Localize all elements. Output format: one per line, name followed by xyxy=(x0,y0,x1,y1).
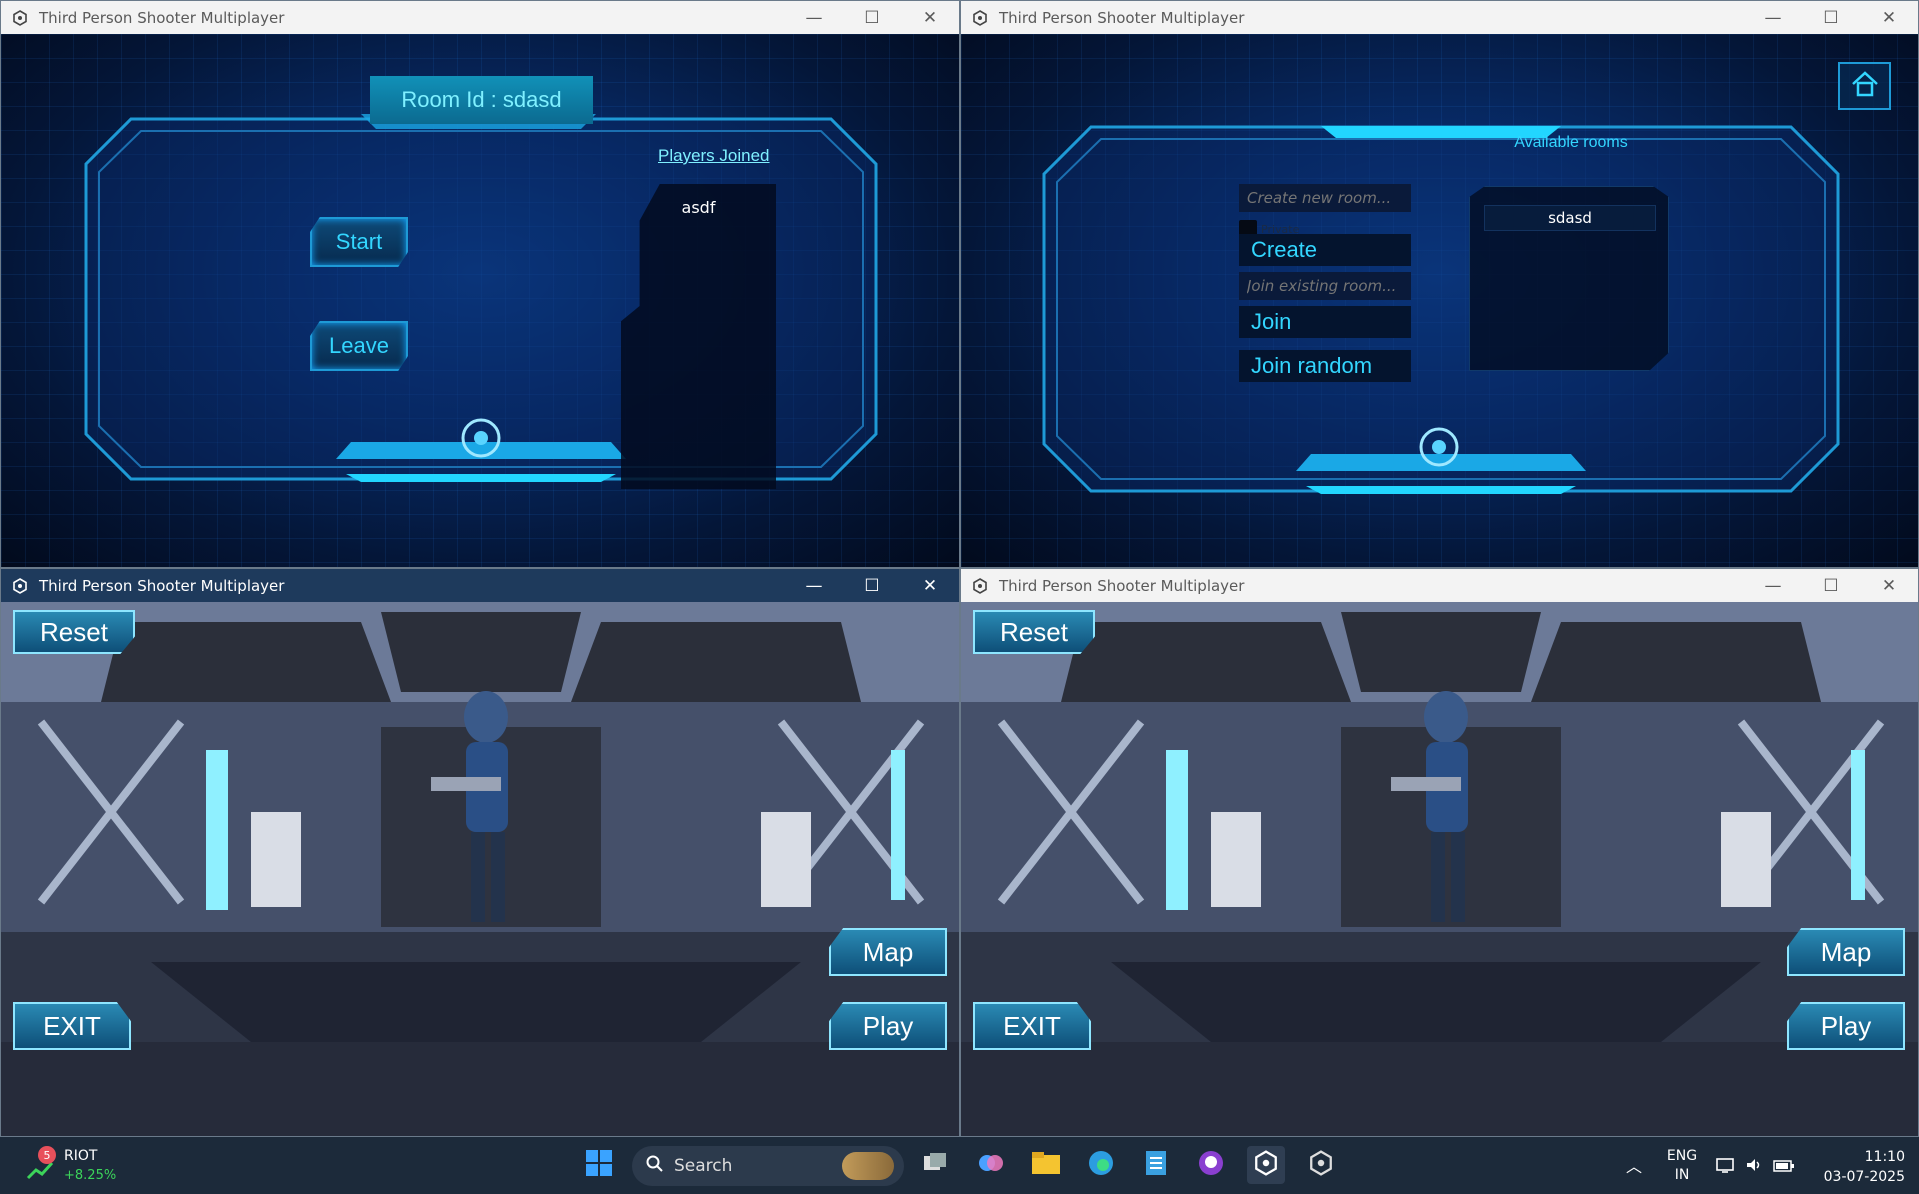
search-label: Search xyxy=(674,1156,733,1176)
close-button[interactable]: ✕ xyxy=(901,1,959,34)
reset-button[interactable]: Reset xyxy=(13,610,135,654)
room-id-banner: Room Id : sdasd xyxy=(370,76,593,124)
title-bar: Third Person Shooter Multiplayer — ☐ ✕ xyxy=(1,1,959,34)
unity-icon xyxy=(971,9,989,27)
unity-taskbar-button[interactable] xyxy=(1247,1146,1285,1184)
join-button[interactable]: Join xyxy=(1239,306,1411,338)
stock-widget[interactable]: 5 RIOT +8.25% xyxy=(24,1146,134,1188)
unity-icon xyxy=(971,577,989,595)
title-bar: Third Person Shooter Multiplayer — ☐ ✕ xyxy=(1,569,959,602)
taskbar-search[interactable]: Search xyxy=(632,1146,904,1186)
available-rooms-heading: Available rooms xyxy=(1514,134,1628,151)
game-scene: Reset Map Play EXIT xyxy=(1,602,959,1136)
start-button[interactable] xyxy=(580,1146,618,1184)
room-item[interactable]: sdasd xyxy=(1484,205,1656,231)
unity-hub-icon xyxy=(1308,1150,1334,1180)
edge-icon xyxy=(1087,1149,1115,1181)
game-scene: Reset Map Play EXIT xyxy=(961,602,1918,1136)
clock-date: 03-07-2025 xyxy=(1823,1169,1905,1185)
home-icon xyxy=(1850,70,1880,102)
minimize-button[interactable]: — xyxy=(1744,569,1802,602)
windows-icon xyxy=(585,1149,613,1181)
notepad-icon xyxy=(1144,1149,1168,1181)
network-icon xyxy=(1715,1156,1735,1178)
search-highlight-icon xyxy=(842,1152,894,1180)
github-icon xyxy=(1197,1149,1225,1181)
notepad-button[interactable] xyxy=(1137,1146,1175,1184)
hidden-icons-button[interactable]: ︿ xyxy=(1615,1146,1653,1184)
volume-icon xyxy=(1745,1156,1763,1178)
rooms-list: sdasd xyxy=(1469,186,1669,371)
minimize-button[interactable]: — xyxy=(785,569,843,602)
github-button[interactable] xyxy=(1192,1146,1230,1184)
stock-change: +8.25% xyxy=(64,1168,117,1183)
minimize-button[interactable]: — xyxy=(1744,1,1802,34)
lang-top: ENG xyxy=(1666,1148,1698,1164)
start-button[interactable]: Start xyxy=(310,217,408,267)
unity-icon xyxy=(1253,1150,1279,1180)
title-bar: Third Person Shooter Multiplayer — ☐ ✕ xyxy=(961,1,1918,34)
maximize-button[interactable]: ☐ xyxy=(1802,569,1860,602)
close-button[interactable]: ✕ xyxy=(1860,1,1918,34)
window-title: Third Person Shooter Multiplayer xyxy=(39,8,285,27)
system-tray[interactable] xyxy=(1715,1152,1795,1182)
players-heading: Players Joined xyxy=(658,146,770,165)
hangar-scene xyxy=(961,602,1918,1136)
clock-time: 11:10 xyxy=(1864,1149,1905,1165)
window-title: Third Person Shooter Multiplayer xyxy=(39,576,285,595)
leave-button[interactable]: Leave xyxy=(310,321,408,371)
unity-hub-button[interactable] xyxy=(1302,1146,1340,1184)
unity-icon xyxy=(11,577,29,595)
window-title: Third Person Shooter Multiplayer xyxy=(999,576,1245,595)
folder-icon xyxy=(1031,1150,1061,1180)
copilot-button[interactable] xyxy=(972,1146,1010,1184)
room-screen: Room Id : sdasd Players Joined asdf Star… xyxy=(1,34,959,567)
close-button[interactable]: ✕ xyxy=(1860,569,1918,602)
stock-badge: 5 xyxy=(38,1146,56,1164)
chevron-up-icon: ︿ xyxy=(1625,1157,1642,1176)
clock[interactable]: 11:10 03-07-2025 xyxy=(1805,1147,1905,1187)
join-room-input[interactable] xyxy=(1239,272,1411,300)
hangar-scene xyxy=(1,602,959,1136)
exit-button[interactable]: EXIT xyxy=(13,1002,131,1050)
join-random-button[interactable]: Join random xyxy=(1239,350,1411,382)
edge-button[interactable] xyxy=(1082,1146,1120,1184)
game-window-right: Third Person Shooter Multiplayer — ☐ ✕ R… xyxy=(960,568,1919,1137)
create-button[interactable]: Create xyxy=(1239,234,1411,266)
search-icon xyxy=(646,1155,664,1177)
home-button[interactable] xyxy=(1838,62,1891,110)
room-window: Third Person Shooter Multiplayer — ☐ ✕ R… xyxy=(0,0,960,568)
unity-icon xyxy=(11,9,29,27)
play-button[interactable]: Play xyxy=(1787,1002,1905,1050)
battery-icon xyxy=(1773,1158,1795,1177)
maximize-button[interactable]: ☐ xyxy=(843,569,901,602)
task-view-button[interactable] xyxy=(916,1146,954,1184)
maximize-button[interactable]: ☐ xyxy=(843,1,901,34)
map-button[interactable]: Map xyxy=(829,928,947,976)
stock-chart-icon xyxy=(26,1160,54,1186)
lobby-screen: Private Create Join Join random Availabl… xyxy=(961,34,1918,567)
window-title: Third Person Shooter Multiplayer xyxy=(999,8,1245,27)
map-button[interactable]: Map xyxy=(1787,928,1905,976)
exit-button[interactable]: EXIT xyxy=(973,1002,1091,1050)
title-bar: Third Person Shooter Multiplayer — ☐ ✕ xyxy=(961,569,1918,602)
lobby-window: Third Person Shooter Multiplayer — ☐ ✕ P… xyxy=(960,0,1919,568)
language-indicator[interactable]: ENG IN xyxy=(1660,1147,1704,1187)
minimize-button[interactable]: — xyxy=(785,1,843,34)
create-room-input[interactable] xyxy=(1239,184,1411,212)
lang-bottom: IN xyxy=(1674,1167,1690,1183)
task-view-icon xyxy=(922,1152,948,1178)
reset-button[interactable]: Reset xyxy=(973,610,1095,654)
play-button[interactable]: Play xyxy=(829,1002,947,1050)
close-button[interactable]: ✕ xyxy=(901,569,959,602)
copilot-icon xyxy=(977,1149,1005,1181)
players-list: asdf xyxy=(621,184,776,489)
game-window-left: Third Person Shooter Multiplayer — ☐ ✕ R… xyxy=(0,568,960,1137)
hud-frame xyxy=(1042,125,1840,494)
stock-name: RIOT xyxy=(64,1148,98,1164)
maximize-button[interactable]: ☐ xyxy=(1802,1,1860,34)
file-explorer-button[interactable] xyxy=(1027,1146,1065,1184)
